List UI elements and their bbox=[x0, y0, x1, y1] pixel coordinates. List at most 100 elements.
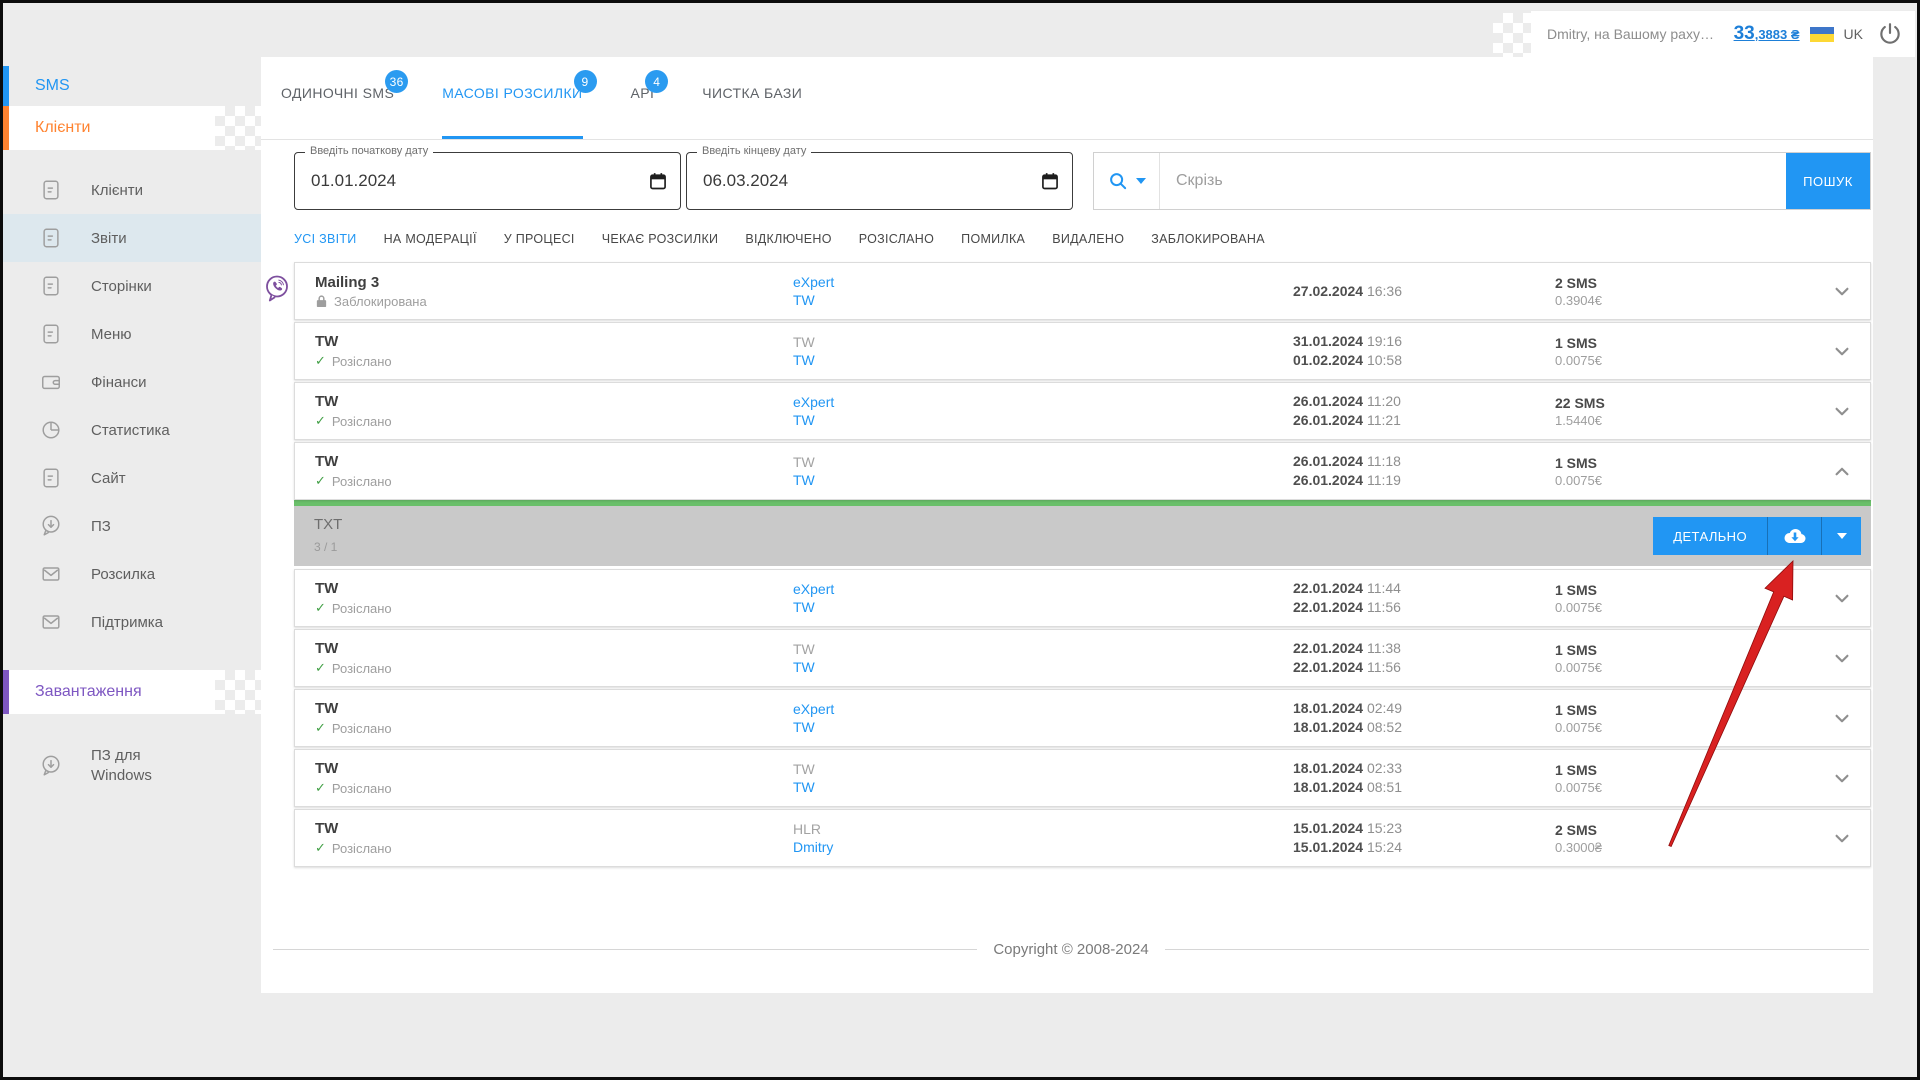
route-to[interactable]: TW bbox=[793, 658, 1293, 676]
expand-chevron-icon[interactable] bbox=[1814, 338, 1870, 364]
route-to[interactable]: TW bbox=[793, 351, 1293, 369]
search-button[interactable]: ПОШУК bbox=[1786, 153, 1870, 209]
sms-price: 0.3904€ bbox=[1555, 293, 1727, 308]
language-label[interactable]: UK bbox=[1844, 26, 1863, 42]
sidebar-item-7[interactable]: ПЗ bbox=[3, 502, 261, 550]
table-row[interactable]: TW ✓Розіслано TW TW 31.01.2024 19:16 01.… bbox=[294, 322, 1871, 380]
table-row[interactable]: TW ✓Розіслано TW TW 18.01.2024 02:33 18.… bbox=[294, 749, 1871, 807]
sidebar-item-9[interactable]: Підтримка bbox=[3, 598, 261, 646]
row-name-cell: TW ✓Розіслано bbox=[315, 580, 793, 616]
route-from[interactable]: eXpert bbox=[793, 700, 1293, 718]
sidebar-item-6[interactable]: Сайт bbox=[3, 454, 261, 502]
details-button[interactable]: ДЕТАЛЬНО bbox=[1653, 517, 1767, 555]
route-from: HLR bbox=[793, 820, 1293, 838]
sidebar-item-0[interactable]: Клієнти bbox=[3, 166, 261, 214]
status-filter-7[interactable]: ВИДАЛЕНО bbox=[1052, 232, 1124, 246]
status-filter-4[interactable]: ВІДКЛЮЧЕНО bbox=[745, 232, 831, 246]
sms-count: 1 SMS bbox=[1555, 642, 1727, 658]
route-to[interactable]: TW bbox=[793, 718, 1293, 736]
row-name-cell: Mailing 3 Заблокирована bbox=[315, 274, 793, 309]
sidebar-item-3[interactable]: Меню bbox=[3, 310, 261, 358]
sms-count: 1 SMS bbox=[1555, 335, 1727, 351]
sidebar-section-sms[interactable]: SMS bbox=[3, 66, 261, 106]
sidebar-item-5[interactable]: Статистика bbox=[3, 406, 261, 454]
table-row[interactable]: TW ✓Розіслано eXpert TW 26.01.2024 11:20… bbox=[294, 382, 1871, 440]
route-from[interactable]: eXpert bbox=[793, 580, 1293, 598]
expand-chevron-icon[interactable] bbox=[1814, 398, 1870, 424]
search-input[interactable] bbox=[1160, 153, 1786, 209]
sidebar-section-clients[interactable]: Клієнти bbox=[3, 106, 261, 150]
expand-chevron-icon[interactable] bbox=[1814, 585, 1870, 611]
sidebar-item-8[interactable]: Розсилка bbox=[3, 550, 261, 598]
expand-chevron-icon[interactable] bbox=[1814, 645, 1870, 671]
table-row[interactable]: TW ✓Розіслано HLR Dmitry 15.01.2024 15:2… bbox=[294, 809, 1871, 867]
expand-chevron-icon[interactable] bbox=[1814, 825, 1870, 851]
download-bubble-icon bbox=[39, 754, 63, 778]
balance-integer: 33 bbox=[1734, 23, 1755, 44]
campaign-name: TW bbox=[315, 580, 793, 597]
sidebar-item-1[interactable]: Звіти bbox=[3, 214, 261, 262]
sidebar-item-windows-software[interactable]: ПЗ дляWindows bbox=[3, 738, 261, 794]
status-filter-3[interactable]: ЧЕКАЄ РОЗСИЛКИ bbox=[602, 232, 719, 246]
row-sms-cell: 22 SMS 1.5440€ bbox=[1555, 395, 1727, 428]
download-options-button[interactable] bbox=[1821, 517, 1861, 555]
tab-2[interactable]: API4 bbox=[631, 85, 655, 139]
row-dates-cell: 18.01.2024 02:33 18.01.2024 08:51 bbox=[1293, 759, 1555, 797]
calendar-icon[interactable] bbox=[648, 171, 668, 191]
expand-chevron-icon[interactable] bbox=[1814, 458, 1870, 484]
route-to[interactable]: TW bbox=[793, 471, 1293, 489]
check-icon: ✓ bbox=[315, 660, 326, 676]
table-row[interactable]: TW ✓Розіслано eXpert TW 18.01.2024 02:49… bbox=[294, 689, 1871, 747]
sidebar-item-2[interactable]: Сторінки bbox=[3, 262, 261, 310]
sidebar-nav: Клієнти Звіти Сторінки Меню Фінанси Стат… bbox=[3, 166, 261, 646]
balance-link[interactable]: 33,3883 ₴ bbox=[1734, 23, 1800, 45]
campaign-name: TW bbox=[315, 820, 793, 837]
table-row[interactable]: TW ✓Розіслано TW TW 22.01.2024 11:38 22.… bbox=[294, 629, 1871, 687]
logout-power-icon[interactable] bbox=[1877, 21, 1903, 47]
tab-3[interactable]: ЧИСТКА БАЗИ bbox=[702, 85, 802, 139]
route-to[interactable]: Dmitry bbox=[793, 838, 1293, 856]
table-row[interactable]: TW ✓Розіслано eXpert TW 22.01.2024 11:44… bbox=[294, 569, 1871, 627]
status-filter-2[interactable]: У ПРОЦЕСІ bbox=[504, 232, 575, 246]
route-from[interactable]: eXpert bbox=[793, 273, 1293, 291]
row-dates-cell: 18.01.2024 02:49 18.01.2024 08:52 bbox=[1293, 699, 1555, 737]
status-filter-0[interactable]: УСІ ЗВІТИ bbox=[294, 232, 357, 246]
document-icon bbox=[39, 323, 63, 345]
status-filter-1[interactable]: НА МОДЕРАЦІЇ bbox=[384, 232, 477, 246]
document-icon bbox=[39, 227, 63, 249]
status-filter-8[interactable]: ЗАБЛОКИРОВАНА bbox=[1151, 232, 1265, 246]
tab-0[interactable]: ОДИНОЧНІ SMS36 bbox=[281, 85, 394, 139]
row-status: Заблокирована bbox=[315, 294, 793, 309]
expand-chevron-icon[interactable] bbox=[1814, 278, 1870, 304]
route-to[interactable]: TW bbox=[793, 291, 1293, 309]
tab-badge: 36 bbox=[385, 70, 408, 93]
download-report-button[interactable] bbox=[1767, 517, 1821, 555]
end-date-field[interactable]: Введіть кінцеву дату 06.03.2024 bbox=[686, 152, 1073, 210]
viber-icon bbox=[263, 274, 291, 309]
sidebar-item-label: Сторінки bbox=[91, 278, 152, 295]
status-filter-5[interactable]: РОЗІСЛАНО bbox=[859, 232, 934, 246]
sidebar-item-4[interactable]: Фінанси bbox=[3, 358, 261, 406]
expand-chevron-icon[interactable] bbox=[1814, 705, 1870, 731]
tab-1[interactable]: МАСОВІ РОЗСИЛКИ9 bbox=[442, 85, 582, 139]
route-to[interactable]: TW bbox=[793, 411, 1293, 429]
table-row[interactable]: TW ✓Розіслано TW TW 26.01.2024 11:18 26.… bbox=[294, 442, 1871, 500]
row-route-cell: HLR Dmitry bbox=[793, 820, 1293, 856]
calendar-icon[interactable] bbox=[1040, 171, 1060, 191]
sidebar-section-sms-label: SMS bbox=[35, 77, 70, 95]
status-filter-6[interactable]: ПОМИЛКА bbox=[961, 232, 1025, 246]
start-date-field[interactable]: Введіть початкову дату 01.01.2024 bbox=[294, 152, 681, 210]
route-to[interactable]: TW bbox=[793, 778, 1293, 796]
start-date-label: Введіть початкову дату bbox=[305, 145, 433, 157]
route-to[interactable]: TW bbox=[793, 598, 1293, 616]
search-type-dropdown[interactable] bbox=[1094, 153, 1160, 209]
status-label: Розіслано bbox=[332, 474, 392, 489]
row-name-cell: TW ✓Розіслано bbox=[315, 393, 793, 429]
route-from[interactable]: eXpert bbox=[793, 393, 1293, 411]
sms-price: 0.0075€ bbox=[1555, 720, 1727, 735]
expand-chevron-icon[interactable] bbox=[1814, 765, 1870, 791]
row-route-cell: TW TW bbox=[793, 640, 1293, 676]
sidebar-section-downloads[interactable]: Завантаження bbox=[3, 670, 261, 714]
table-row[interactable]: Mailing 3 Заблокирована eXpert TW 27.02.… bbox=[294, 262, 1871, 320]
expanded-title: TXT bbox=[314, 516, 1871, 533]
